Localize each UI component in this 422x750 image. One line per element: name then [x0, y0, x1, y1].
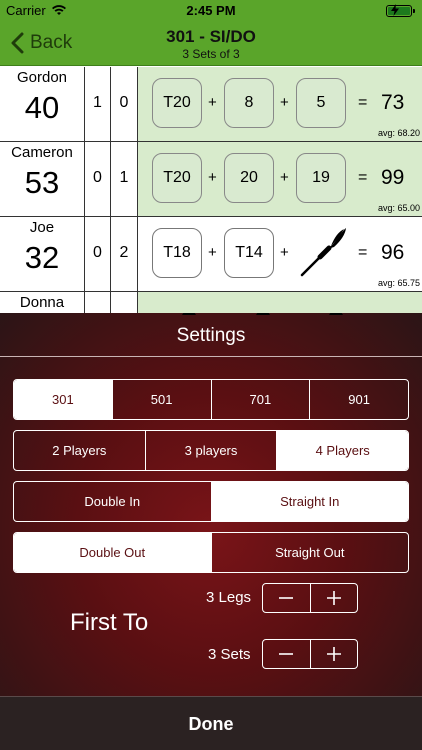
minus-icon	[279, 653, 294, 655]
player-name: Cameron	[11, 144, 73, 161]
done-bar: Done	[0, 696, 422, 750]
legs-label: 3 Legs	[206, 589, 252, 606]
player-average: avg: 65.75	[377, 278, 420, 288]
equals-sign: =	[358, 94, 368, 111]
throws-panel: T20 + 20 + 19 = 99 avg: 65.00	[138, 142, 422, 216]
finish-mode-selector: Double Out Straight Out	[13, 532, 409, 573]
sets-label: 3 Sets	[208, 646, 251, 663]
clock: 2:45 PM	[186, 3, 236, 18]
game-option-701[interactable]: 701	[212, 380, 311, 419]
plus-sign: +	[280, 94, 289, 111]
player-average: avg: 68.20	[377, 128, 420, 138]
start-mode-selector: Double In Straight In	[13, 481, 409, 522]
plus-sign: +	[208, 244, 217, 261]
players-option-4[interactable]: 4 Players	[277, 431, 408, 470]
equals-sign: =	[358, 244, 368, 261]
dart-score-box[interactable]: T20	[152, 153, 202, 203]
player-row[interactable]: Cameron 53 0 1 T20 + 20 + 19 = 99 avg: 6…	[0, 142, 422, 217]
plus-sign: +	[208, 94, 217, 111]
game-subtitle: 3 Sets of 3	[182, 47, 240, 61]
player-legs: 1	[111, 142, 138, 216]
player-name: Gordon	[16, 69, 68, 86]
settings-panel: Settings 301 501 701 901 2 Players 3 pla…	[0, 313, 422, 750]
status-bar: Carrier 2:45 PM	[0, 0, 422, 22]
dart-score-box[interactable]: T14	[224, 228, 274, 278]
first-to-label: First To	[70, 609, 149, 636]
player-cell: Cameron 53	[0, 142, 85, 216]
legs-increment-button[interactable]	[311, 584, 358, 612]
plus-sign: +	[280, 169, 289, 186]
dart-icon[interactable]	[298, 225, 348, 279]
player-score: 32	[24, 240, 60, 275]
dart-tips-icon	[182, 313, 343, 315]
legs-stepper	[262, 583, 358, 613]
sets-stepper	[262, 639, 358, 669]
legs-decrement-button[interactable]	[263, 584, 311, 612]
sets-decrement-button[interactable]	[263, 640, 311, 668]
double-in-option[interactable]: Double In	[14, 482, 212, 521]
turn-total: 73	[381, 91, 405, 114]
double-out-option[interactable]: Double Out	[14, 533, 212, 572]
charging-bolt-icon	[391, 4, 399, 16]
player-legs: 2	[111, 217, 138, 291]
navigation-bar: Back 301 - SI/DO 3 Sets of 3	[0, 22, 422, 66]
game-option-901[interactable]: 901	[310, 380, 408, 419]
player-sets: 0	[85, 217, 111, 291]
dart-score-box[interactable]: 8	[224, 78, 274, 128]
player-legs: 0	[111, 67, 138, 141]
player-cell: Gordon 40	[0, 67, 85, 141]
game-option-301[interactable]: 301	[14, 380, 113, 419]
throws-panel: T18 + T14 + = 96 avg: 65.75	[138, 217, 422, 291]
player-name: Donna	[19, 294, 65, 311]
dart-score-box[interactable]: 19	[296, 153, 346, 203]
dart-score-box[interactable]: T20	[152, 78, 202, 128]
sets-increment-button[interactable]	[311, 640, 358, 668]
done-button[interactable]: Done	[0, 714, 422, 735]
minus-icon	[279, 597, 294, 599]
game-title: 301 - SI/DO	[166, 27, 256, 46]
dart-score-box[interactable]: T18	[152, 228, 202, 278]
player-row-active[interactable]: Joe 32 0 2 T18 + T14 + = 96 avg: 65.75	[0, 217, 422, 292]
settings-divider	[0, 356, 422, 357]
player-score: 40	[24, 90, 60, 125]
player-name: Joe	[29, 219, 55, 236]
player-average: avg: 65.00	[377, 203, 420, 213]
plus-icon	[326, 591, 341, 605]
players-option-3[interactable]: 3 players	[146, 431, 278, 470]
player-row[interactable]: Gordon 40 1 0 T20 + 8 + 5 = 73 avg: 68.2…	[0, 67, 422, 142]
player-sets: 1	[85, 67, 111, 141]
player-cell: Joe 32	[0, 217, 85, 291]
throws-panel: T20 + 8 + 5 = 73 avg: 68.20	[138, 67, 422, 141]
settings-title: Settings	[176, 325, 246, 346]
players-option-2[interactable]: 2 Players	[14, 431, 146, 470]
player-score: 53	[24, 165, 60, 200]
plus-icon	[326, 647, 341, 661]
plus-sign: +	[280, 244, 289, 261]
game-option-501[interactable]: 501	[113, 380, 212, 419]
dart-score-box[interactable]: 5	[296, 78, 346, 128]
game-type-selector: 301 501 701 901	[13, 379, 409, 420]
straight-out-option[interactable]: Straight Out	[212, 533, 409, 572]
straight-in-option[interactable]: Straight In	[211, 482, 408, 521]
plus-sign: +	[208, 169, 217, 186]
turn-total: 99	[381, 166, 405, 189]
equals-sign: =	[358, 169, 368, 186]
player-sets: 0	[85, 142, 111, 216]
player-count-selector: 2 Players 3 players 4 Players	[13, 430, 409, 471]
turn-total: 96	[381, 241, 405, 264]
dart-score-box[interactable]: 20	[224, 153, 274, 203]
